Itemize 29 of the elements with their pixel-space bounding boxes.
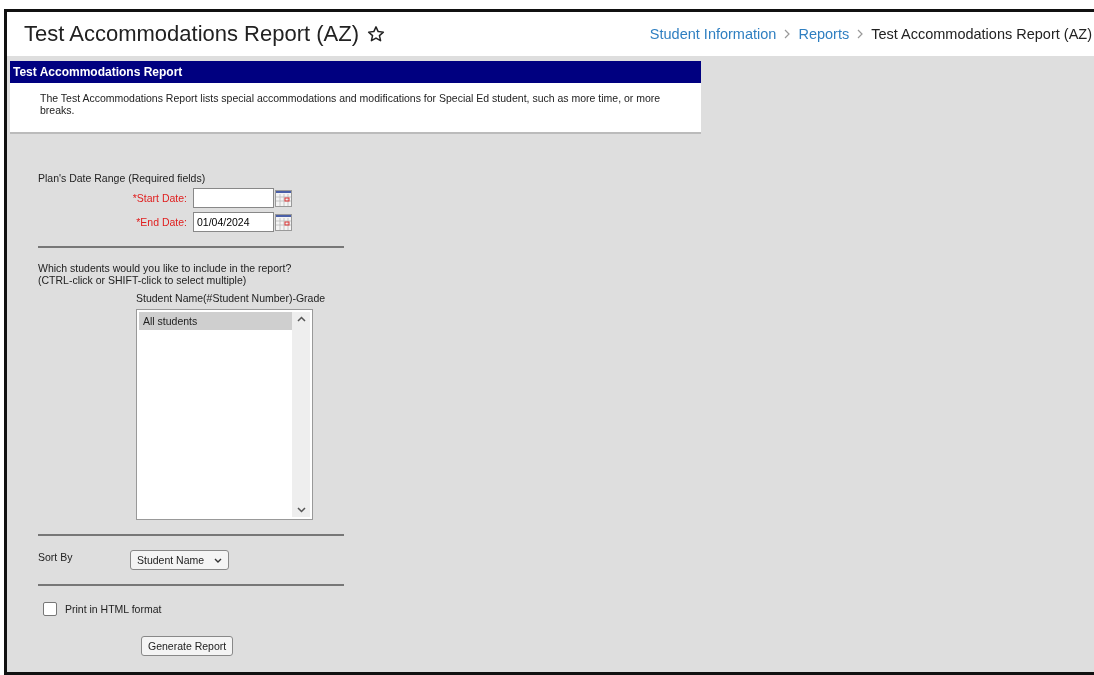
breadcrumb-link[interactable]: Reports	[798, 26, 850, 42]
date-field[interactable]	[193, 188, 274, 208]
section-heading: Plan's Date Range (Required fields)	[38, 172, 207, 184]
sort-dropdown[interactable]: Student Name	[130, 550, 230, 570]
hint-text: (CTRL-click or SHIFT-click to select multiple)	[38, 274, 248, 286]
report-description: The Test Accommodations Report lists special accommodations and modifications for Special Ed student, such as more time, or more breaks.	[39, 91, 662, 118]
page-title: Test Accommodations Report (AZ)	[24, 21, 359, 47]
scrollbar[interactable]	[292, 312, 310, 517]
generate-report-button[interactable]: Generate Report	[141, 636, 234, 656]
chevron-right-icon	[784, 29, 791, 39]
question-text: Which students would you like to include in the report?	[38, 262, 293, 274]
field-label: *End Date:	[135, 216, 188, 228]
calendar-icon[interactable]	[275, 213, 292, 231]
checkbox[interactable]	[43, 602, 57, 616]
scroll-down-icon[interactable]	[296, 507, 306, 513]
caret-icon	[214, 557, 223, 563]
list-label: Student Name(#Student Number)-Grade	[136, 292, 327, 304]
list-option[interactable]: All students	[139, 312, 292, 330]
scroll-up-icon[interactable]	[296, 316, 306, 322]
date-field[interactable]: 01/04/2024	[193, 212, 274, 232]
star-icon[interactable]	[367, 25, 385, 43]
panel-title: Test Accommodations Report	[10, 61, 701, 83]
breadcrumb-link[interactable]: Student Information	[649, 26, 777, 42]
student-listbox[interactable]: All students	[136, 309, 313, 520]
calendar-icon[interactable]	[275, 189, 292, 207]
sort-label: Sort By	[38, 551, 74, 563]
checkbox-label: Print in HTML format	[65, 603, 162, 615]
chevron-right-icon	[857, 29, 864, 39]
field-label: *Start Date:	[131, 192, 188, 204]
